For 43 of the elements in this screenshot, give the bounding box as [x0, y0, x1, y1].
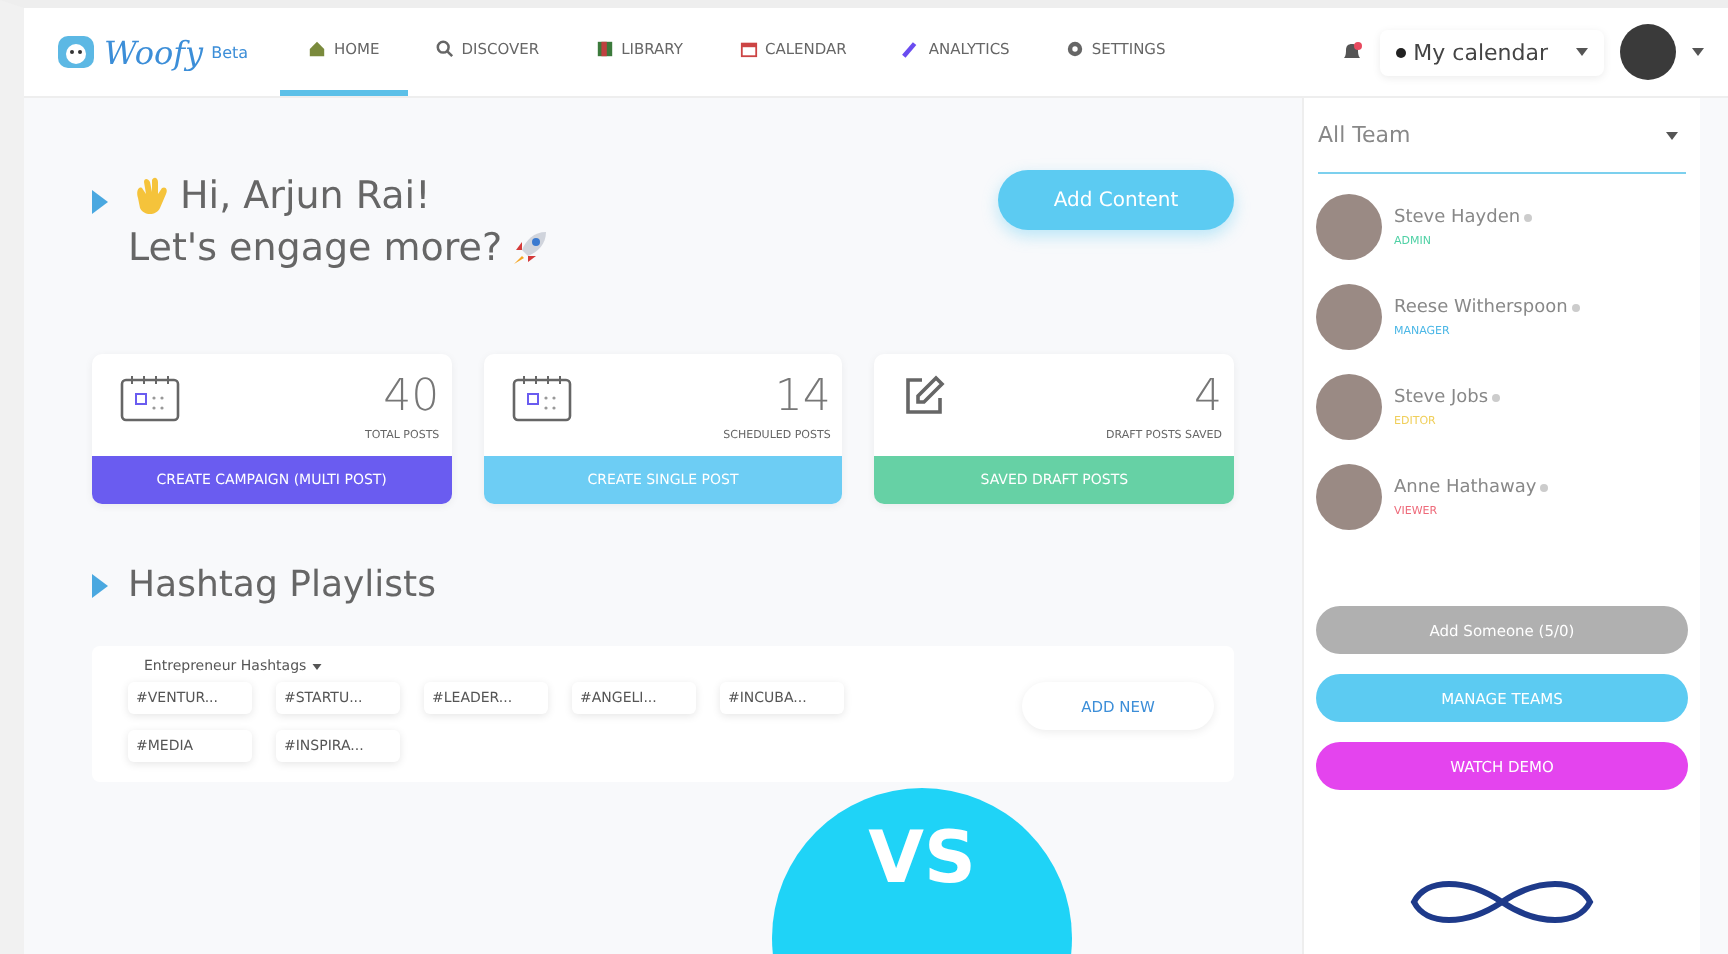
member-name: Steve Jobs: [1394, 387, 1489, 407]
search-icon: [435, 40, 454, 58]
greeting-subtitle: Let's engage more?: [128, 224, 503, 274]
triangle-icon: [92, 573, 108, 597]
dog-logo-icon: [56, 32, 96, 72]
member-name: Steve Hayden: [1394, 207, 1521, 227]
book-icon: [595, 40, 614, 58]
member-avatar: [1316, 284, 1382, 350]
member-name: Reese Witherspoon: [1394, 297, 1568, 317]
member-avatar: [1316, 464, 1382, 530]
caret-icon[interactable]: [1692, 48, 1704, 56]
beta-label: Beta: [211, 43, 249, 61]
triangle-icon: [92, 190, 108, 214]
status-dot-icon: [1524, 213, 1533, 221]
calendar-icon: [739, 40, 757, 58]
bell-icon[interactable]: [1339, 40, 1364, 64]
calendar-dropdown[interactable]: My calendar: [1379, 29, 1604, 75]
team-filter-dropdown[interactable]: All Team: [1318, 98, 1686, 174]
section-title: Hashtag Playlists: [128, 564, 436, 606]
status-dot-icon: [1571, 303, 1580, 311]
user-avatar[interactable]: [1620, 24, 1676, 80]
brand-name: Woofy: [104, 33, 204, 71]
rocket-icon: [510, 228, 551, 268]
member-avatar: [1316, 194, 1382, 260]
status-dot-icon: [1492, 393, 1501, 401]
stat-value: 14: [774, 374, 831, 422]
status-dot-icon: [1540, 483, 1549, 491]
settings-icon: [1065, 40, 1084, 58]
calendar-icon: [120, 374, 180, 422]
greeting-text: Hi, Arjun Rai!: [180, 172, 431, 222]
house-icon: [308, 40, 326, 58]
member-name: Anne Hathaway: [1394, 477, 1537, 497]
caret-icon: [1576, 48, 1588, 56]
caret-icon[interactable]: [312, 663, 323, 669]
ribbon-logo-icon: [1406, 878, 1598, 926]
pen-icon: [902, 40, 921, 58]
edit-icon: [902, 374, 947, 418]
calendar-icon: [511, 374, 572, 422]
member-avatar: [1316, 374, 1382, 440]
vs-badge: VS: [772, 788, 1072, 954]
stat-value: 4: [1194, 374, 1223, 422]
caret-icon: [1666, 131, 1678, 139]
stat-value: 40: [383, 374, 440, 422]
